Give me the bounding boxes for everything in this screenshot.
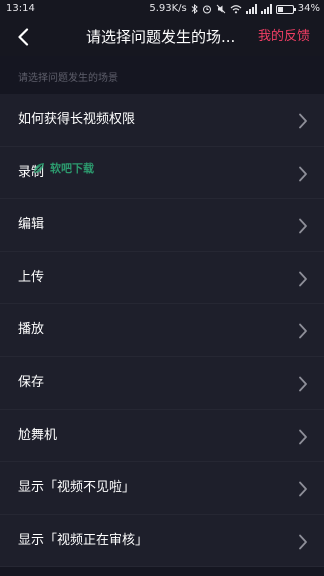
scenario-item[interactable]: 尬舞机 xyxy=(0,410,324,463)
chevron-right-icon xyxy=(299,113,307,129)
scenario-item[interactable]: 显示「视频正在审核」 xyxy=(0,515,324,568)
chevron-right-icon xyxy=(299,166,307,181)
scenario-item[interactable]: 录制 xyxy=(0,147,324,200)
mute-icon xyxy=(216,4,226,14)
chevron-right-icon xyxy=(299,481,307,497)
chevron-right-icon xyxy=(299,429,307,444)
scenario-item-label: 录制 xyxy=(18,164,45,180)
scenario-item[interactable]: 编辑 xyxy=(0,199,324,252)
status-time: 13:14 xyxy=(6,3,35,14)
scenario-item[interactable]: 如何获得长视频权限 xyxy=(0,94,324,147)
scenario-item[interactable]: 保存 xyxy=(0,357,324,410)
scenario-item-label: 保存 xyxy=(18,374,45,390)
scenario-item-label: 显示「视频不见啦」 xyxy=(18,480,136,496)
status-bar: 13:14 5.93K/s 34% xyxy=(0,0,324,18)
section-label: 请选择问题发生的场景 xyxy=(18,73,118,84)
back-button[interactable] xyxy=(10,24,36,50)
scenario-item-label: 显示「视频正在审核」 xyxy=(18,532,149,548)
chevron-right-icon xyxy=(299,534,307,550)
section-header: 请选择问题发生的场景 xyxy=(0,56,324,94)
battery-level xyxy=(277,6,283,12)
alarm-icon xyxy=(202,5,211,14)
page-title: 请选择问题发生的场... xyxy=(86,28,236,46)
scenario-item-label: 上传 xyxy=(18,269,45,285)
chevron-right-icon xyxy=(299,323,307,339)
screen: 13:14 5.93K/s 34% 请选择问题发生的场... 我的反馈 请选择问… xyxy=(0,0,324,576)
scenario-item[interactable]: 显示「视频不见啦」 xyxy=(0,462,324,515)
status-icons: 5.93K/s 34% xyxy=(149,0,320,18)
signal-icon-2 xyxy=(260,4,272,14)
scenario-item-label: 如何获得长视频权限 xyxy=(18,112,136,127)
chevron-right-icon xyxy=(299,376,307,392)
scenario-item-label: 播放 xyxy=(18,322,45,338)
nav-header: 请选择问题发生的场... 我的反馈 xyxy=(0,18,324,56)
battery-percent: 34% xyxy=(297,3,320,14)
scenario-item-label: 编辑 xyxy=(18,217,45,233)
scenario-list: 如何获得长视频权限 录制编辑上传播放保存尬舞机显示「视频不见啦」 显示「视频正在审核… xyxy=(0,94,324,568)
scenario-item-label: 尬舞机 xyxy=(18,427,58,443)
scenario-item[interactable]: 上传 xyxy=(0,252,324,305)
bluetooth-icon xyxy=(191,4,198,14)
my-feedback-link[interactable]: 我的反馈 xyxy=(258,18,310,56)
wifi-icon xyxy=(230,5,242,14)
back-arrow-icon xyxy=(18,28,29,46)
network-speed: 5.93K/s xyxy=(149,3,187,14)
chevron-right-icon xyxy=(299,271,307,287)
scenario-item[interactable]: 播放 xyxy=(0,304,324,357)
signal-icon xyxy=(245,4,257,14)
chevron-right-icon xyxy=(299,218,307,234)
battery-icon xyxy=(275,4,296,14)
